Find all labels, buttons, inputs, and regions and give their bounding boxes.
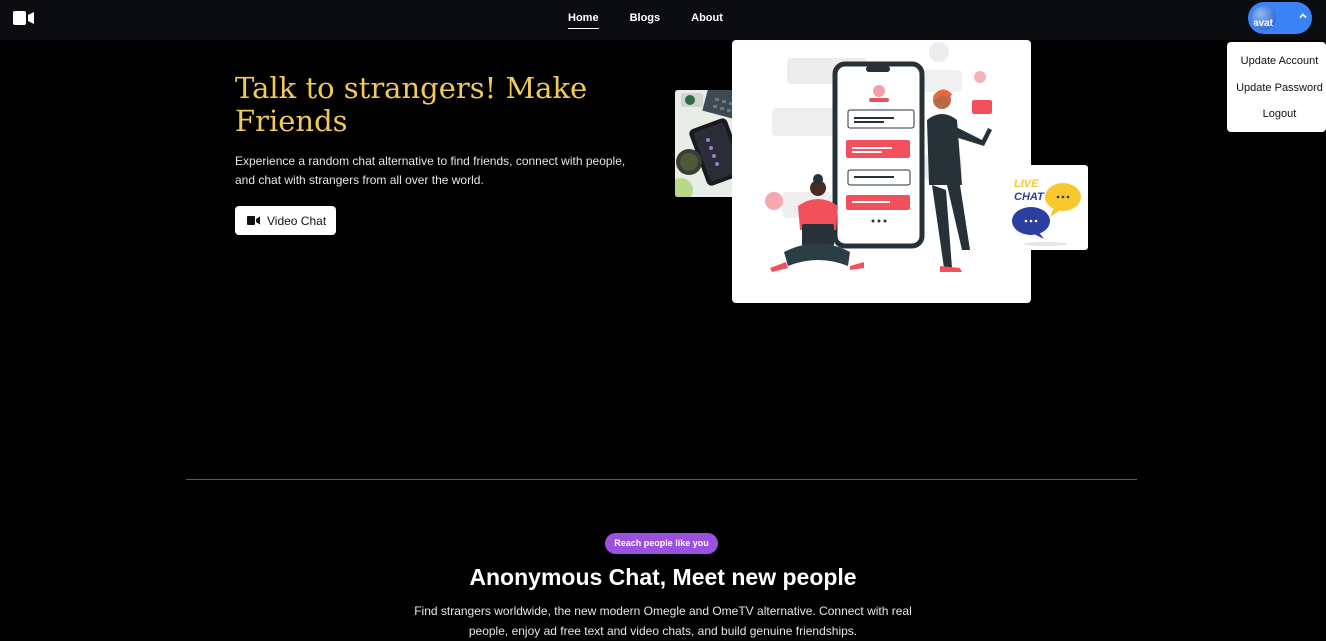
nav-about-link[interactable]: About — [691, 12, 723, 29]
section-badge: Reach people like you — [605, 533, 718, 554]
hero-description: Experience a random chat alternative to … — [235, 154, 626, 187]
section-title: Anonymous Chat, Meet new people — [469, 564, 857, 590]
chat-illustration — [732, 40, 1031, 303]
update-password-menu-item[interactable]: Update Password — [1227, 82, 1326, 94]
avatar-alt-text: avat — [1253, 18, 1274, 29]
video-camera-icon — [247, 216, 260, 225]
logout-menu-item[interactable]: Logout — [1227, 108, 1326, 120]
main-nav: Home Blogs About — [568, 12, 723, 29]
live-chat-graphic: LIVE CHAT — [1006, 165, 1088, 250]
video-chat-button[interactable]: Video Chat — [235, 206, 336, 235]
hero-title: Talk to strangers! Make Friends — [235, 71, 588, 138]
update-account-menu-item[interactable]: Update Account — [1227, 55, 1326, 67]
section-description: Find strangers worldwide, the new modern… — [414, 604, 912, 638]
video-camera-logo-icon[interactable] — [13, 11, 35, 25]
live-text: LIVE — [1014, 178, 1039, 190]
nav-blogs-link[interactable]: Blogs — [630, 12, 661, 29]
user-menu-button[interactable]: avat — [1248, 2, 1312, 34]
chat-text: CHAT — [1014, 191, 1045, 203]
video-chat-label: Video Chat — [267, 214, 327, 228]
section-divider — [186, 479, 1137, 480]
top-navbar: Home Blogs About avat — [0, 0, 1326, 40]
user-dropdown-menu: Update Account Update Password Logout — [1227, 42, 1326, 132]
nav-home-link[interactable]: Home — [568, 12, 599, 29]
chevron-up-icon — [1299, 13, 1307, 19]
avatar: avat — [1252, 6, 1276, 30]
